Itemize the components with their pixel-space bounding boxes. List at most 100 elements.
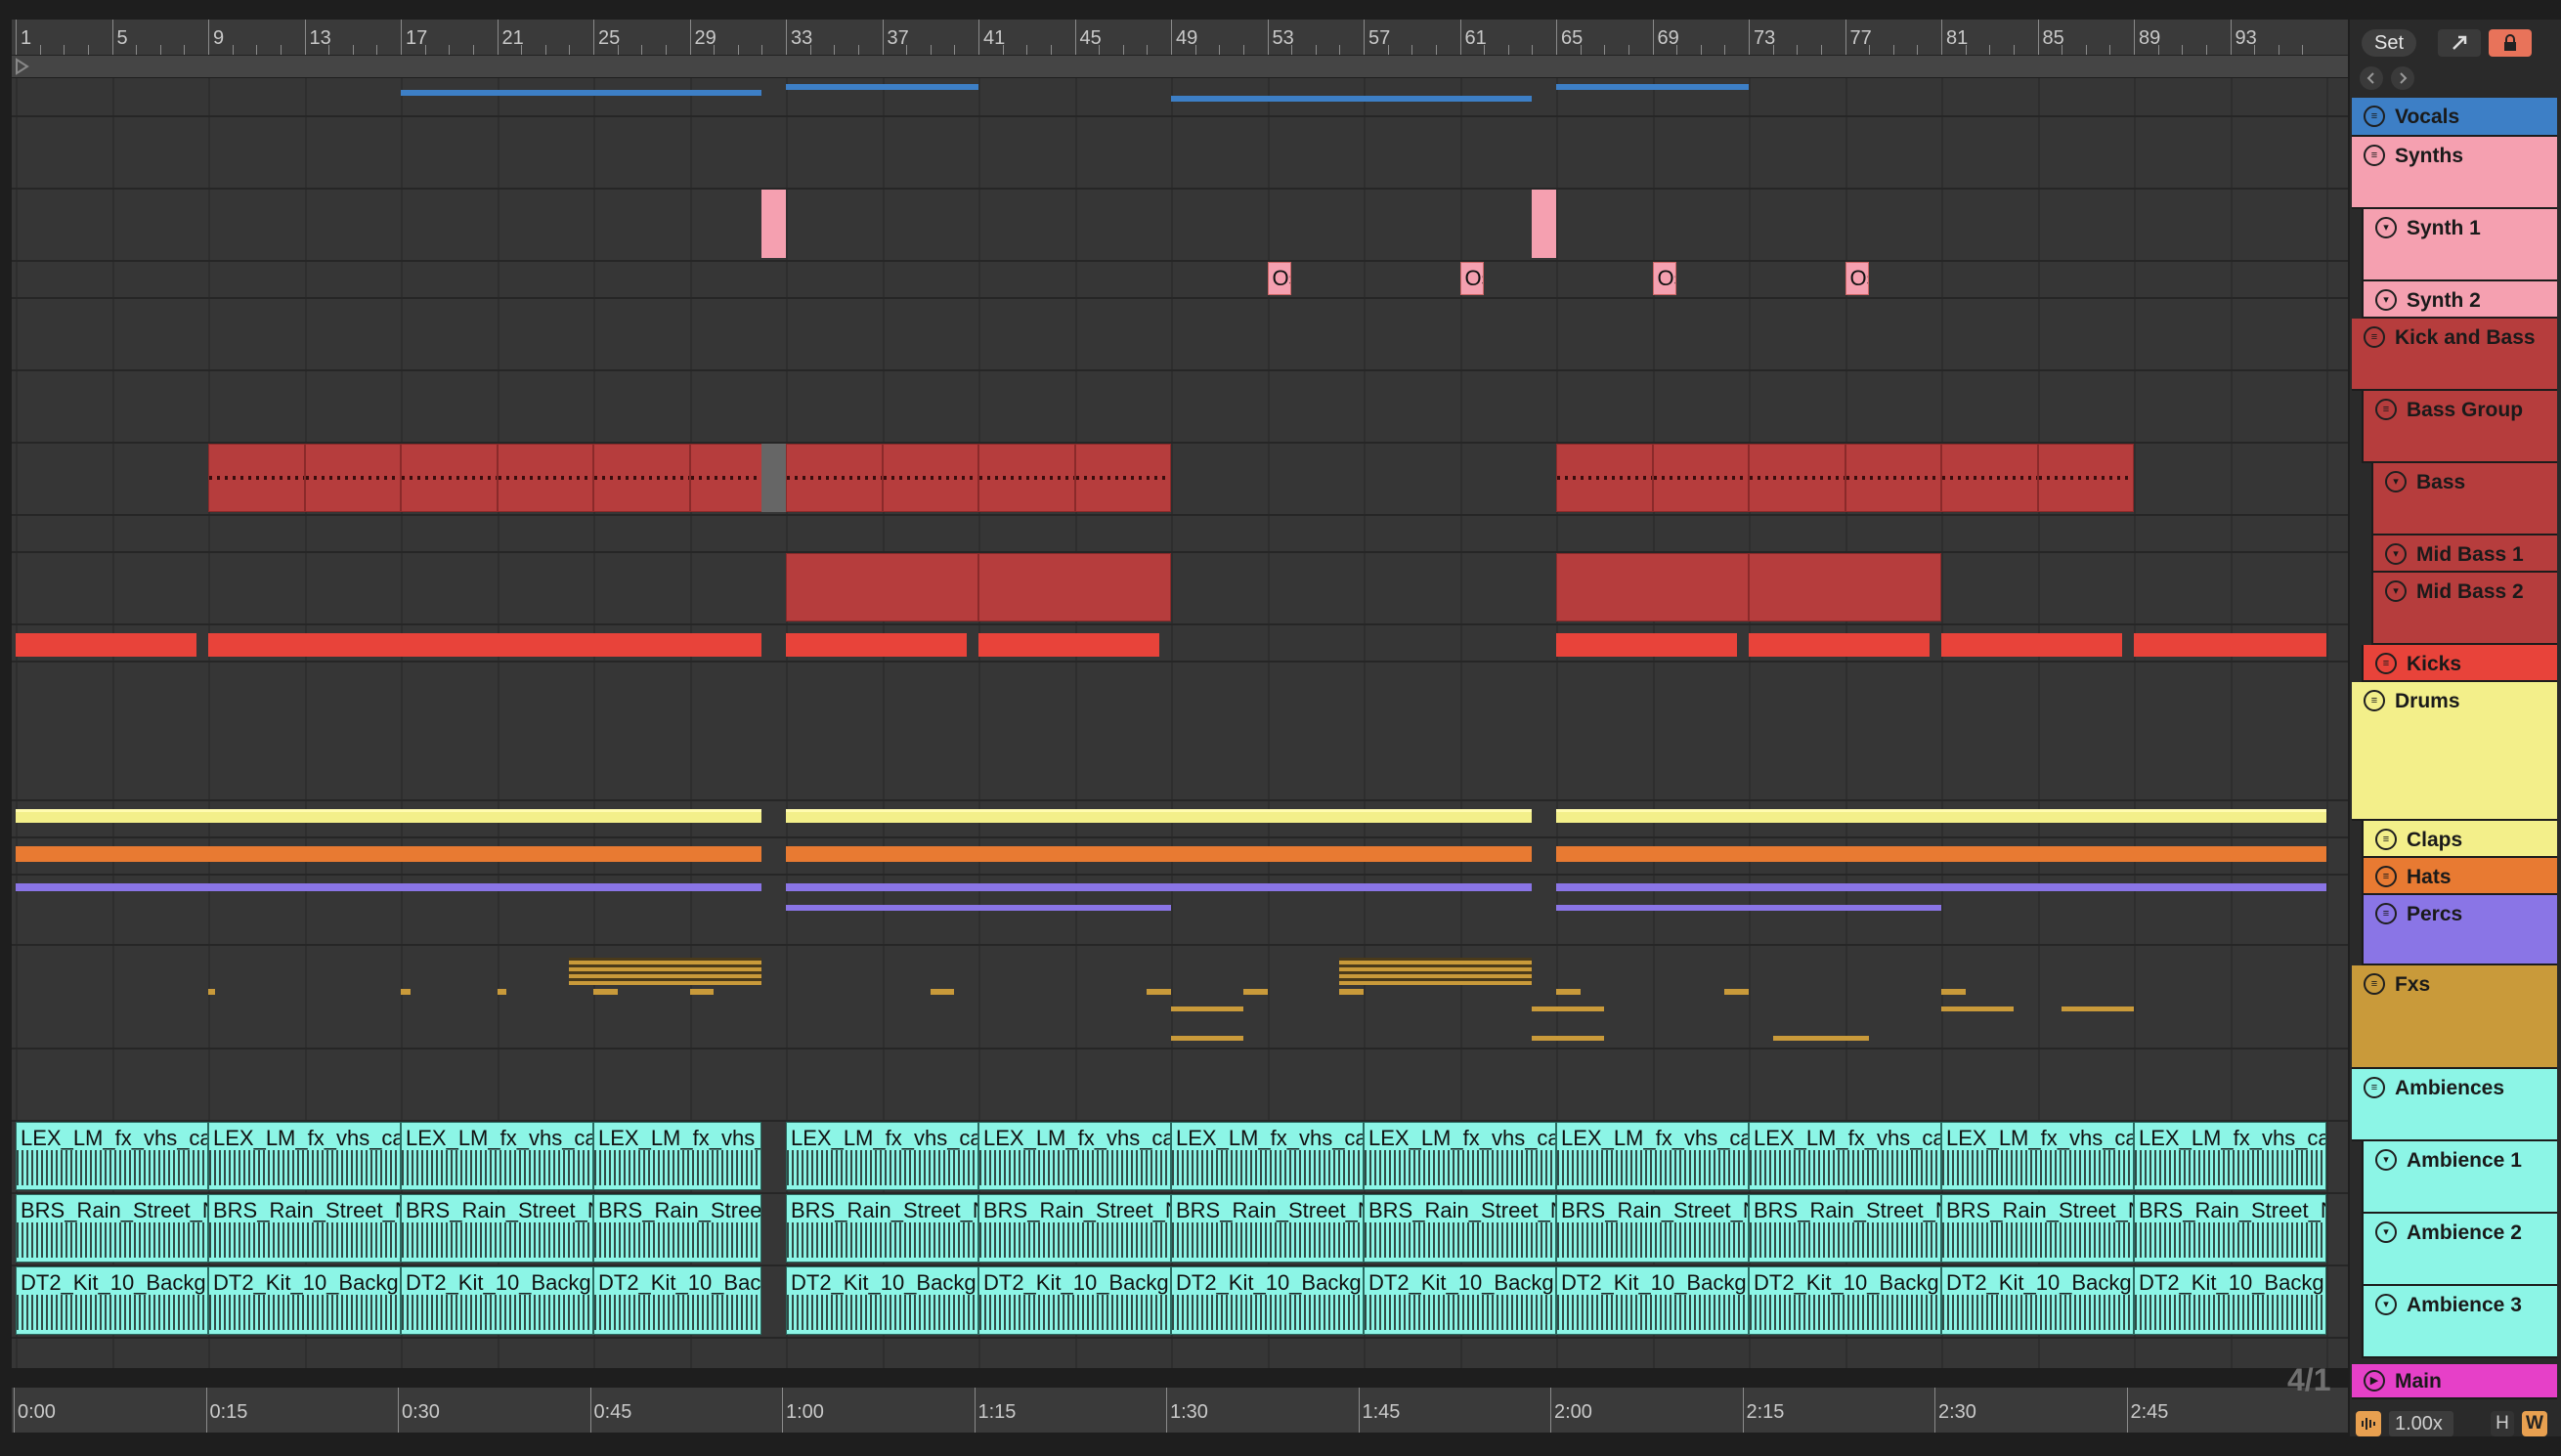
play-icon[interactable]: ▶ [2364,1370,2385,1392]
zoom-field[interactable]: 1.00x [2389,1411,2453,1436]
ambience-clip[interactable]: LEX_LM_fx_vhs_cas [208,1122,401,1190]
ambience-clip[interactable]: BRS_Rain_Street_Neighborhood_Med_2 [786,1194,978,1263]
ambience-clip[interactable]: BRS_Rain_Street_Neighborhood_Med_2 [593,1194,762,1263]
ambience-clip[interactable]: BRS_Rain_Street_Neighborhood_Med_2 [1749,1194,1941,1263]
ambience-clip[interactable]: BRS_Rain_Street_Neighborhood_Med_2 [1364,1194,1556,1263]
track-fold-icon[interactable]: ▾ [2385,543,2407,565]
synth1-clip[interactable] [1532,190,1556,258]
track-header-main[interactable]: ▶ Main [2352,1364,2557,1399]
bass-clip[interactable] [401,444,498,512]
ambience-clip[interactable]: LEX_LM_fx_vhs_cas [1171,1122,1364,1190]
midbass2-clip[interactable] [1749,553,1941,621]
group-fold-icon[interactable]: ≡ [2375,399,2397,420]
ambience-clip[interactable]: BRS_Rain_Street_Neighborhood_Med_2 [1941,1194,2134,1263]
fx-hit[interactable] [1171,1036,1243,1041]
track-header-hats[interactable]: ≡ Hats [2362,858,2557,895]
synth2-clip[interactable]: Os [1845,262,1870,295]
ambience-clip[interactable]: LEX_LM_fx_vhs_cas [1556,1122,1749,1190]
vocal-clip-bar[interactable] [401,90,762,96]
track-fold-icon[interactable]: ▾ [2375,1294,2397,1315]
fx-hit[interactable] [1941,1006,2014,1011]
ambience-clip[interactable]: BRS_Rain_Street_Neighborhood_Med_2 [401,1194,593,1263]
fx-hit[interactable] [1339,989,1364,995]
kick-clip[interactable] [978,633,1159,657]
vocal-clip-bar[interactable] [1171,96,1533,102]
hat-clip[interactable] [1556,846,2326,862]
ambience-clip[interactable]: BRS_Rain_Street_Neighborhood_Med_2 [2134,1194,2326,1263]
midbass2-clip[interactable] [786,553,978,621]
ambience-clip[interactable]: LEX_LM_fx_vhs_cas [786,1122,978,1190]
track-header-mid-bass-2[interactable]: ▾ Mid Bass 2 [2371,573,2557,645]
expand-icon[interactable] [2438,29,2481,57]
kick-clip[interactable] [1749,633,1930,657]
clap-clip[interactable] [786,809,1533,823]
group-fold-icon[interactable]: ≡ [2375,653,2397,674]
ambience-clip[interactable]: BRS_Rain_Street_Neighborhood_Med_2 [1171,1194,1364,1263]
kick-clip[interactable] [2134,633,2326,657]
synth1-clip[interactable] [761,190,786,258]
track-lane-ambiences[interactable] [12,1049,2348,1122]
clap-clip[interactable] [1556,809,2326,823]
track-header-claps[interactable]: ≡ Claps [2362,821,2557,858]
kick-clip[interactable] [1941,633,2122,657]
fx-hit[interactable] [1556,989,1581,995]
track-header-ambience-2[interactable]: ▾ Ambience 2 [2362,1214,2557,1286]
hat-clip[interactable] [16,846,762,862]
track-fold-icon[interactable]: ▾ [2385,580,2407,602]
arrow-right-icon[interactable] [2391,66,2414,90]
bass-clip[interactable] [2037,444,2134,512]
bass-clip[interactable] [304,444,401,512]
ambience-clip[interactable]: LEX_LM_fx_vhs_cas [593,1122,762,1190]
fx-hit[interactable] [2062,1006,2134,1011]
track-header-bass-group[interactable]: ≡ Bass Group [2362,391,2557,463]
kick-clip[interactable] [16,633,196,657]
track-lane-synth-2[interactable] [12,262,2348,299]
track-header-vocals[interactable]: ≡ Vocals [2352,98,2557,137]
track-lane-synth-1[interactable] [12,190,2348,262]
synth2-clip[interactable]: Os [1267,262,1292,295]
bass-clip[interactable] [208,444,305,512]
group-fold-icon[interactable]: ≡ [2364,690,2385,711]
perc-fill-clip[interactable] [786,905,1171,911]
fx-hit[interactable] [497,989,507,995]
track-header-kicks[interactable]: ≡ Kicks [2362,645,2557,682]
fx-clip[interactable] [569,958,762,985]
ambience-clip[interactable]: DT2_Kit_10_Backgr [401,1266,593,1335]
track-header-kick-and-bass[interactable]: ≡ Kick and Bass [2352,319,2557,391]
bass-clip[interactable] [1941,444,2038,512]
group-fold-icon[interactable]: ≡ [2364,1077,2385,1098]
fx-hit[interactable] [930,989,955,995]
fx-hit[interactable] [1772,1036,1870,1041]
time-ruler[interactable]: 0:00 0:15 0:30 0:45 1:00 1:15 1:30 1:45 2:00 2:15… [12,1388,2348,1433]
ambience-clip[interactable]: BRS_Rain_Street_Neighborhood_Med_2 [1556,1194,1749,1263]
kick-clip[interactable] [208,633,762,657]
ambience-clip[interactable]: BRS_Rain_Street_Neighborhood_Med_2 [978,1194,1171,1263]
kick-clip[interactable] [1556,633,1737,657]
ambience-clip[interactable]: LEX_LM_fx_vhs_cas [401,1122,593,1190]
group-fold-icon[interactable]: ≡ [2375,829,2397,850]
track-fold-icon[interactable]: ▾ [2385,471,2407,492]
track-fold-icon[interactable]: ▾ [2375,1149,2397,1171]
ambience-clip[interactable]: LEX_LM_fx_vhs_cas [2134,1122,2326,1190]
track-lane-mid-bass-2[interactable] [12,553,2348,625]
track-fold-icon[interactable]: ▾ [2375,1221,2397,1243]
track-lane-fxs[interactable] [12,946,2348,1049]
synth2-clip[interactable]: Os [1459,262,1485,295]
midbass2-clip[interactable] [1556,553,1749,621]
bass-clip[interactable] [978,444,1075,512]
bass-clip[interactable] [1074,444,1171,512]
bass-clip[interactable] [1652,444,1749,512]
ambience-clip[interactable]: BRS_Rain_Street_Neighborhood_Med_2 [208,1194,401,1263]
track-header-synths[interactable]: ≡ Synths [2352,137,2557,209]
group-fold-icon[interactable]: ≡ [2364,106,2385,127]
track-header-bass[interactable]: ▾ Bass [2371,463,2557,535]
ambience-clip[interactable]: DT2_Kit_10_Backgr [2134,1266,2326,1335]
perc-clip[interactable] [16,883,762,891]
track-header-fxs[interactable]: ≡ Fxs [2352,965,2557,1069]
synth2-clip[interactable]: Os [1652,262,1677,295]
track-lane-mid-bass-1[interactable] [12,516,2348,553]
track-fold-icon[interactable]: ▾ [2375,217,2397,238]
bass-clip[interactable] [593,444,690,512]
track-fold-icon[interactable]: ▾ [2375,289,2397,311]
ambience-clip[interactable]: LEX_LM_fx_vhs_cas [978,1122,1171,1190]
